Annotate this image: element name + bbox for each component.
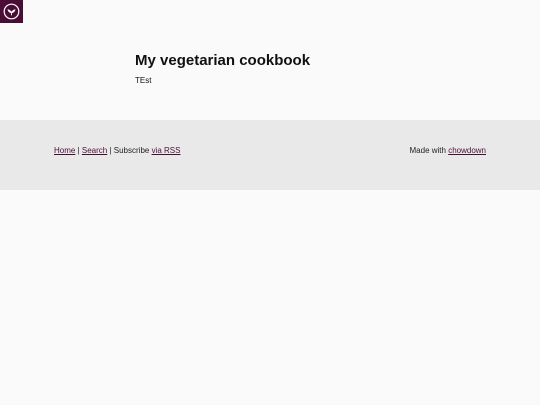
leaf-bowl-icon <box>3 3 20 20</box>
site-logo[interactable] <box>0 0 23 23</box>
chowdown-link[interactable]: chowdown <box>448 146 486 155</box>
footer-credit: Made with chowdown <box>410 146 487 156</box>
made-with-text: Made with <box>409 146 449 155</box>
page-title: My vegetarian cookbook <box>135 52 311 69</box>
page-body-text: TEst <box>135 76 152 85</box>
search-link[interactable]: Search <box>82 146 107 155</box>
rss-link[interactable]: via RSS <box>152 146 181 155</box>
home-link[interactable]: Home <box>54 146 75 155</box>
main-content: My vegetarian cookbook TEst <box>135 52 515 86</box>
subscribe-text: Subscribe <box>113 146 152 155</box>
footer-nav: Home | Search | Subscribe via RSS <box>54 146 180 156</box>
footer: Home | Search | Subscribe via RSS Made w… <box>0 120 540 190</box>
